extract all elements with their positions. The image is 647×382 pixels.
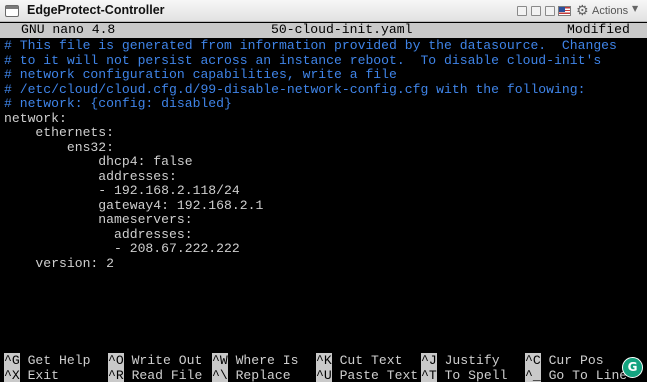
code-line: ethernets: [4, 126, 115, 140]
shortcut-label: Read File [131, 367, 203, 382]
title-bar: EdgeProtect-Controller ⚙ Actions ▼ [0, 0, 647, 22]
window-button-icon[interactable] [517, 6, 527, 16]
shortcut-item[interactable]: ^K Cut Text [316, 353, 403, 369]
shortcut-label: Paste Text [339, 367, 419, 382]
code-line: - 208.67.222.222 [4, 242, 240, 256]
shortcut-key: ^G [4, 353, 20, 368]
code-line: dhcp4: false [4, 155, 193, 169]
app-icon [5, 5, 19, 17]
shortcut-key: ^U [316, 367, 332, 382]
shortcut-label: Cur Pos [548, 353, 604, 368]
shortcut-item[interactable]: ^U Paste Text [316, 367, 419, 382]
code-line: - 192.168.2.118/24 [4, 184, 240, 198]
shortcut-item[interactable]: ^R Read File [108, 367, 203, 382]
file-content[interactable]: # This file is generated from informatio… [4, 39, 647, 271]
shortcut-label: Write Out [131, 353, 203, 368]
nano-status: Modified [567, 22, 630, 37]
shortcut-label: Replace [235, 367, 291, 382]
vm-console-window: EdgeProtect-Controller ⚙ Actions ▼ GNU n… [0, 0, 647, 382]
code-line: version: 2 [4, 256, 115, 271]
shortcut-label: Exit [27, 367, 60, 382]
comment-line: # This file is generated from informatio… [4, 39, 617, 53]
shortcut-item[interactable]: ^G Get Help [4, 353, 91, 369]
window-button-icon[interactable] [531, 6, 541, 16]
shortcut-key: ^R [108, 367, 124, 382]
window-title: EdgeProtect-Controller [27, 3, 165, 17]
code-line: ens32: [4, 140, 115, 155]
shortcut-item[interactable]: ^O Write Out [108, 353, 203, 369]
shortcut-label: Cut Text [339, 353, 403, 368]
shortcut-item[interactable]: ^C Cur Pos [525, 353, 604, 369]
gear-icon[interactable]: ⚙ [576, 3, 589, 19]
code-line: gateway4: 192.168.2.1 [4, 198, 264, 213]
dropdown-icon[interactable]: ▼ [632, 4, 638, 13]
shortcut-key: ^O [108, 353, 124, 368]
code-line: addresses: [4, 227, 193, 242]
window-button-icon[interactable] [545, 6, 555, 16]
terminal[interactable]: GNU nano 4.8 50-cloud-init.yaml Modified… [0, 22, 647, 382]
code-line: nameservers: [4, 213, 193, 227]
flag-icon[interactable] [558, 6, 571, 16]
shortcut-key: ^K [316, 353, 332, 368]
shortcut-key: ^\ [212, 367, 228, 382]
comment-line: # network: {config: disabled} [4, 97, 232, 111]
shortcut-item[interactable]: ^W Where Is [212, 353, 299, 369]
shortcut-label: Where Is [235, 353, 299, 368]
nano-filename: 50-cloud-init.yaml [271, 22, 413, 37]
code-line: addresses: [4, 169, 177, 184]
shortcut-label: Go To Line [548, 367, 628, 382]
shortcut-item[interactable]: ^T To Spell [421, 367, 508, 382]
shortcut-key: ^W [212, 353, 228, 368]
shortcut-label: Justify [444, 353, 500, 368]
shortcut-label: To Spell [444, 367, 508, 382]
nano-version: GNU nano 4.8 [21, 22, 116, 37]
shortcut-item[interactable]: ^\ Replace [212, 367, 291, 382]
shortcut-key: ^T [421, 367, 437, 382]
shortcut-label: Get Help [27, 353, 91, 368]
actions-menu[interactable]: Actions [592, 5, 628, 17]
shortcut-item[interactable]: ^J Justify [421, 353, 500, 369]
shortcut-key: ^X [4, 367, 20, 382]
comment-line: # to it will not persist across an insta… [4, 53, 602, 68]
nano-header: GNU nano 4.8 50-cloud-init.yaml Modified [0, 22, 647, 38]
code-line: network: [4, 111, 67, 126]
comment-line: # network configuration capabilities, wr… [4, 68, 397, 82]
shortcut-key: ^_ [525, 367, 541, 382]
shortcut-item[interactable]: ^_ Go To Line [525, 367, 628, 382]
shortcut-key: ^J [421, 353, 437, 368]
shortcut-key: ^C [525, 353, 541, 368]
comment-line: # /etc/cloud/cloud.cfg.d/99-disable-netw… [4, 82, 586, 97]
shortcut-item[interactable]: ^X Exit [4, 367, 60, 382]
grammarly-icon[interactable]: G [622, 357, 643, 378]
